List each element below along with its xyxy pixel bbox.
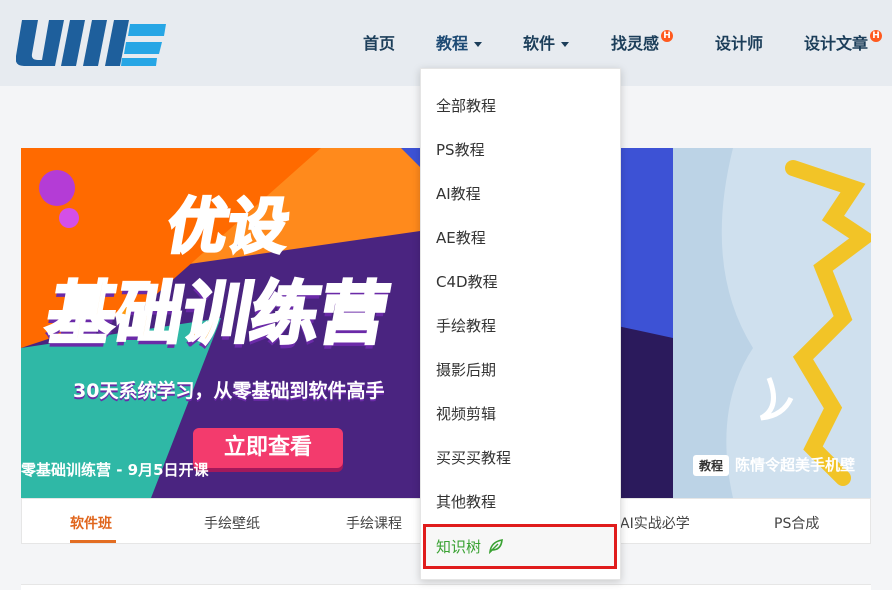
nav-designers-label: 设计师 xyxy=(715,34,764,53)
nav-inspiration-label: 找灵感 xyxy=(611,34,660,53)
banner-slide-phone-wallpaper[interactable]: 教程 陈情令超美手机壁 xyxy=(673,148,871,498)
banner-caption-right: 教程 陈情令超美手机壁 xyxy=(693,454,855,476)
menu-item-other[interactable]: 其他教程 xyxy=(436,491,496,512)
tab-software-class[interactable]: 软件班 xyxy=(70,513,112,533)
nav-articles[interactable]: 设计文章 H xyxy=(804,30,883,54)
menu-item-ae[interactable]: AE教程 xyxy=(436,227,486,248)
tab-ai-practice[interactable]: AI实战必学 xyxy=(620,513,690,533)
tutorials-dropdown-menu: 全部教程 PS教程 AI教程 AE教程 C4D教程 手绘教程 摄影后期 视频剪辑… xyxy=(420,68,621,580)
menu-item-ai[interactable]: AI教程 xyxy=(436,183,481,204)
banner-slogan: 30天系统学习，从零基础到软件高手 xyxy=(73,380,385,402)
nav-software[interactable]: 软件 xyxy=(523,30,570,54)
hot-badge-icon: H xyxy=(661,30,674,42)
tab-handdrawn-course[interactable]: 手绘课程 xyxy=(346,513,402,533)
banner-tag: 教程 xyxy=(693,455,730,476)
menu-item-ps[interactable]: PS教程 xyxy=(436,139,485,160)
banner-title-top: 优设 xyxy=(160,191,295,264)
menu-item-video-edit[interactable]: 视频剪辑 xyxy=(436,403,496,424)
tab-handdrawn-wallpaper[interactable]: 手绘壁纸 xyxy=(204,513,260,533)
menu-item-handdrawn[interactable]: 手绘教程 xyxy=(436,315,496,336)
content-card-strip xyxy=(21,584,871,590)
caret-down-icon xyxy=(474,42,483,47)
menu-item-all-tutorials[interactable]: 全部教程 xyxy=(436,95,496,116)
nav-tutorials[interactable]: 教程 xyxy=(436,30,483,54)
menu-item-c4d[interactable]: C4D教程 xyxy=(436,271,498,292)
nav-tutorials-label: 教程 xyxy=(436,34,469,53)
knowledge-tree-label: 知识树 xyxy=(436,538,482,556)
nav-inspiration[interactable]: 找灵感 H xyxy=(611,30,674,54)
hot-badge-icon: H xyxy=(870,30,883,42)
nav-home[interactable]: 首页 xyxy=(363,30,395,54)
site-logo[interactable] xyxy=(15,14,168,70)
banner-cta-button[interactable]: 立即查看 xyxy=(193,428,343,468)
nav-software-label: 软件 xyxy=(523,34,556,53)
tab-ps-composite[interactable]: PS合成 xyxy=(774,513,819,533)
banner-title-main: 基础训练营 xyxy=(39,274,396,356)
menu-item-photo-post[interactable]: 摄影后期 xyxy=(436,359,496,380)
menu-item-shopping[interactable]: 买买买教程 xyxy=(436,447,511,468)
leaf-icon xyxy=(488,538,504,558)
active-tab-underline xyxy=(70,540,116,543)
nav-home-label: 首页 xyxy=(363,34,396,53)
nav-articles-label: 设计文章 xyxy=(804,34,869,53)
caret-down-icon xyxy=(561,42,570,47)
nav-designers[interactable]: 设计师 xyxy=(715,30,763,54)
banner-caption-left: 零基础训练营 - 9月5日开课 xyxy=(21,461,209,479)
banner-caption-right-text: 陈情令超美手机壁 xyxy=(735,456,856,474)
menu-item-knowledge-tree[interactable]: 知识树 xyxy=(436,536,504,558)
